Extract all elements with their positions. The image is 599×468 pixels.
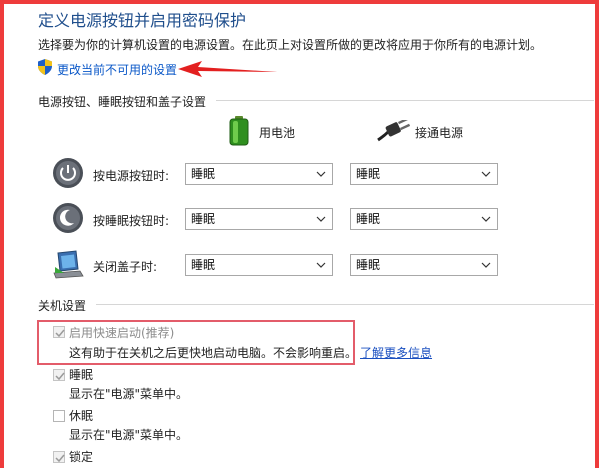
row-label-close-lid: 关闭盖子时: xyxy=(93,260,158,274)
chevron-down-icon xyxy=(481,171,491,177)
chevron-down-icon xyxy=(316,262,326,268)
checkmark-icon xyxy=(55,454,65,463)
change-unavailable-settings-link[interactable]: 更改当前不可用的设置 xyxy=(57,61,177,78)
select-value: 睡眠 xyxy=(191,167,216,181)
section-divider xyxy=(216,100,594,101)
chevron-down-icon xyxy=(316,171,326,177)
select-value: 睡眠 xyxy=(356,167,381,181)
chevron-down-icon xyxy=(316,216,326,222)
sleep-checkbox[interactable] xyxy=(53,369,65,381)
fast-startup-checkbox[interactable] xyxy=(53,326,65,338)
hibernate-checkbox[interactable] xyxy=(53,410,65,422)
hibernate-label: 休眠 xyxy=(69,409,94,423)
power-plug-icon xyxy=(377,120,410,142)
section-divider xyxy=(96,304,594,305)
power-button-icon xyxy=(53,158,83,188)
fast-startup-label: 启用快速启动(推荐) xyxy=(69,326,175,340)
battery-icon xyxy=(229,116,249,146)
select-value: 睡眠 xyxy=(191,258,216,272)
column-battery-label: 用电池 xyxy=(259,126,296,140)
sleep-description: 显示在"电源"菜单中。 xyxy=(69,387,189,401)
laptop-lid-icon xyxy=(53,250,84,279)
select-value: 睡眠 xyxy=(356,258,381,272)
chevron-down-icon xyxy=(481,216,491,222)
chevron-down-icon xyxy=(481,262,491,268)
checkmark-icon xyxy=(55,372,65,381)
checkmark-icon xyxy=(55,329,65,338)
select-value: 睡眠 xyxy=(191,212,216,226)
select-value: 睡眠 xyxy=(356,212,381,226)
page-description: 选择要为你的计算机设置的电源设置。在此页上对设置所做的更改将应用于你所有的电源计… xyxy=(38,38,543,52)
hibernate-description: 显示在"电源"菜单中。 xyxy=(69,428,189,442)
row-label-sleep-button: 按睡眠按钮时: xyxy=(93,214,170,228)
lock-label: 锁定 xyxy=(69,450,94,464)
power-button-plugged-select[interactable]: 睡眠 xyxy=(350,163,498,185)
sleep-button-battery-select[interactable]: 睡眠 xyxy=(185,208,333,230)
shutdown-section-title: 关机设置 xyxy=(38,299,87,313)
red-arrow-annotation xyxy=(178,61,278,77)
sleep-button-icon xyxy=(53,203,83,233)
power-section-title: 电源按钮、睡眠按钮和盖子设置 xyxy=(38,95,207,109)
close-lid-plugged-select[interactable]: 睡眠 xyxy=(350,254,498,276)
row-label-power-button: 按电源按钮时: xyxy=(93,169,170,183)
close-lid-battery-select[interactable]: 睡眠 xyxy=(185,254,333,276)
page-title: 定义电源按钮并启用密码保护 xyxy=(38,11,247,30)
lock-checkbox[interactable] xyxy=(53,451,65,463)
uac-shield-icon xyxy=(38,59,52,75)
power-button-battery-select[interactable]: 睡眠 xyxy=(185,163,333,185)
sleep-button-plugged-select[interactable]: 睡眠 xyxy=(350,208,498,230)
sleep-label: 睡眠 xyxy=(69,368,94,382)
column-plugged-label: 接通电源 xyxy=(415,126,464,140)
learn-more-link[interactable]: 了解更多信息 xyxy=(360,344,432,361)
fast-startup-description: 这有助于在关机之后更快地启动电脑。不会影响重启。 xyxy=(69,346,358,360)
